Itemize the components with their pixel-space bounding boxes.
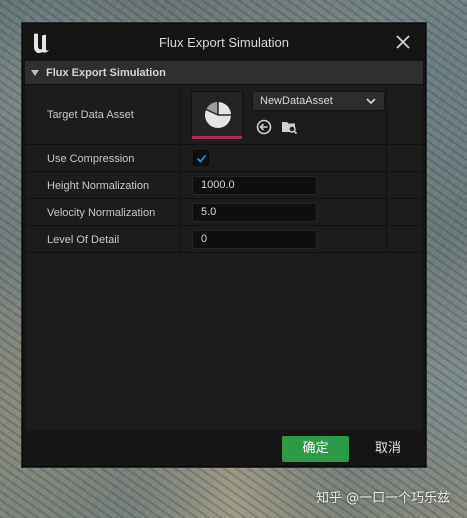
property-label: Velocity Normalization bbox=[47, 207, 156, 219]
asset-type-color-bar bbox=[192, 136, 242, 139]
chevron-down-icon[interactable] bbox=[31, 70, 39, 76]
browse-to-asset-icon[interactable] bbox=[281, 119, 297, 135]
column-divider[interactable] bbox=[179, 145, 180, 171]
data-asset-pie-icon bbox=[205, 101, 231, 128]
column-divider bbox=[386, 199, 387, 225]
column-divider bbox=[386, 145, 387, 171]
chevron-down-icon bbox=[366, 98, 376, 105]
column-divider[interactable] bbox=[179, 199, 180, 225]
confirm-button[interactable]: 确定 bbox=[282, 436, 349, 462]
use-compression-checkbox[interactable] bbox=[193, 150, 209, 166]
details-panel: Flux Export Simulation Target Data Asset… bbox=[25, 61, 423, 431]
window-title: Flux Export Simulation bbox=[158, 35, 290, 50]
column-divider[interactable] bbox=[179, 86, 180, 144]
cancel-button[interactable]: 取消 bbox=[358, 436, 418, 462]
close-icon[interactable] bbox=[395, 34, 411, 50]
section-header[interactable]: Flux Export Simulation bbox=[25, 61, 423, 85]
property-label: Height Normalization bbox=[47, 180, 150, 192]
property-row-level-of-detail: Level Of Detail 0 bbox=[25, 226, 423, 253]
column-divider[interactable] bbox=[179, 172, 180, 198]
property-row-use-compression: Use Compression bbox=[25, 145, 423, 172]
property-row-height-normalization: Height Normalization 1000.0 bbox=[25, 172, 423, 199]
watermark-text: 知乎 @一口一个巧乐兹 bbox=[316, 491, 451, 506]
section-title: Flux Export Simulation bbox=[46, 67, 166, 79]
asset-picker-combo[interactable]: NewDataAsset bbox=[252, 91, 385, 111]
property-row-target-data-asset: Target Data Asset NewDataAsset bbox=[25, 86, 423, 145]
level-of-detail-input[interactable]: 0 bbox=[192, 230, 317, 249]
checkmark-icon bbox=[196, 154, 207, 163]
column-divider bbox=[386, 86, 387, 144]
property-row-velocity-normalization: Velocity Normalization 5.0 bbox=[25, 199, 423, 226]
property-label: Level Of Detail bbox=[47, 234, 120, 246]
asset-picker-value: NewDataAsset bbox=[260, 95, 333, 107]
column-divider[interactable] bbox=[179, 226, 180, 252]
property-label: Use Compression bbox=[47, 153, 135, 165]
dialog-footer: 确定 取消 bbox=[25, 433, 423, 466]
title-bar[interactable]: Flux Export Simulation bbox=[23, 24, 425, 61]
height-normalization-input[interactable]: 1000.0 bbox=[192, 176, 317, 195]
property-label: Target Data Asset bbox=[47, 109, 134, 121]
asset-thumbnail[interactable] bbox=[191, 91, 243, 140]
export-dialog: Flux Export Simulation Flux Export Simul… bbox=[22, 23, 426, 467]
use-selected-asset-icon[interactable] bbox=[256, 119, 272, 135]
column-divider bbox=[386, 172, 387, 198]
column-divider bbox=[386, 226, 387, 252]
velocity-normalization-input[interactable]: 5.0 bbox=[192, 203, 317, 222]
